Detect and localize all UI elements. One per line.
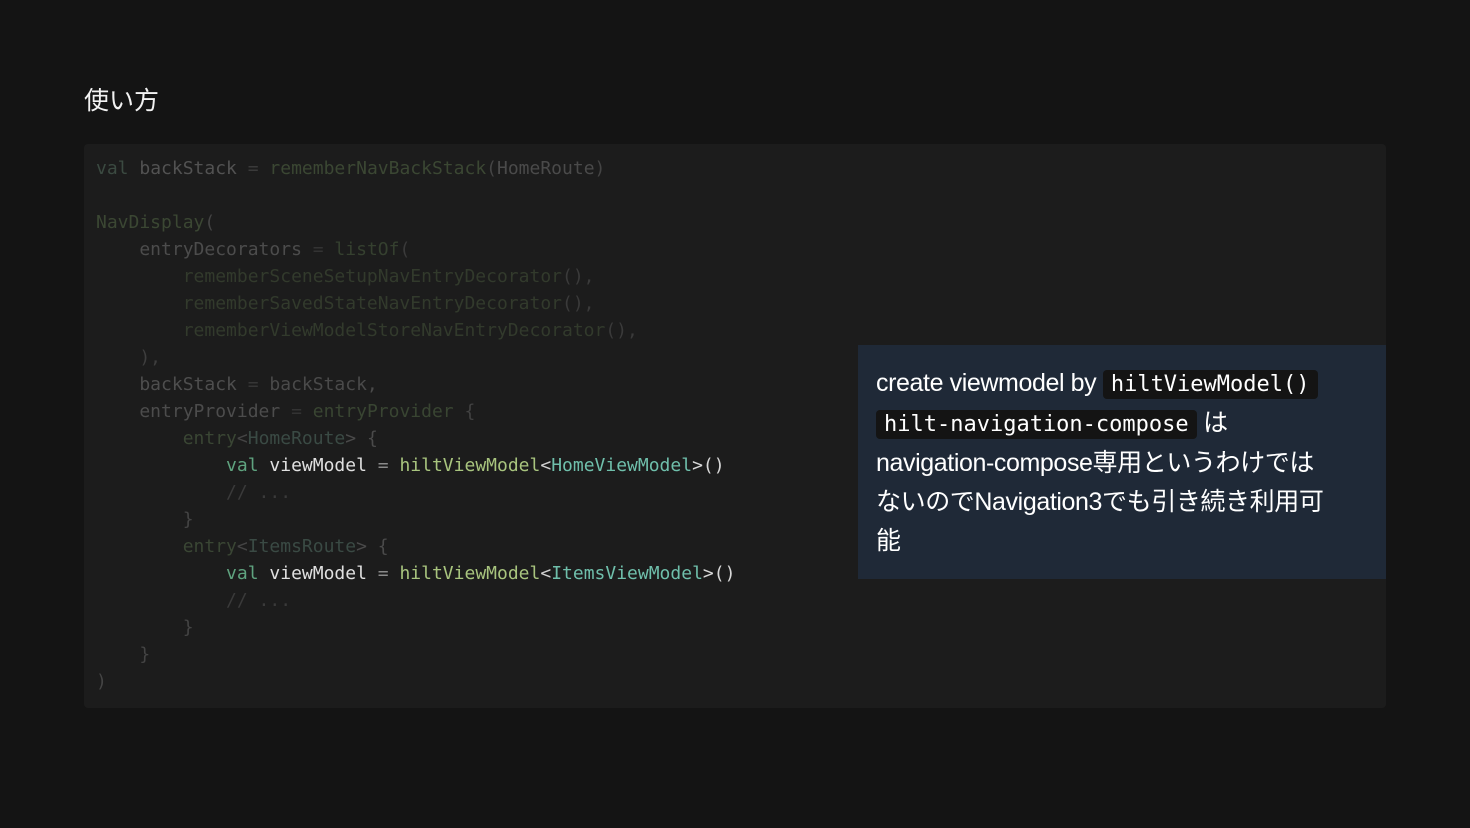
callout-text: create viewmodel by	[876, 369, 1103, 397]
code-token: =	[312, 239, 324, 260]
code-line: }	[96, 506, 735, 533]
callout-line-4: ないのでNavigation3でも引き続き利用可	[876, 488, 1324, 516]
code-line: NavDisplay(	[96, 209, 735, 236]
code-token: backStack	[128, 158, 248, 179]
code-token: viewModel	[258, 563, 378, 584]
callout-line-3: navigation-compose専用というわけでは	[876, 449, 1314, 477]
code-token: val	[96, 563, 259, 584]
callout-box: create viewmodel by hiltViewModel() hilt…	[858, 345, 1386, 579]
code-token: hiltViewModel	[388, 563, 541, 584]
code-token: hiltViewModel	[388, 455, 541, 476]
code-token: rememberNavBackStack	[258, 158, 487, 179]
code-token: HomeRoute	[497, 158, 595, 179]
code-token: ),	[96, 347, 162, 368]
code-token: backStack,	[258, 374, 378, 395]
code-line: val viewModel = hiltViewModel<ItemsViewM…	[96, 560, 735, 587]
code-token: // ...	[96, 590, 292, 611]
code-line: entry<HomeRoute> {	[96, 425, 735, 452]
code-token: ItemsViewModel	[551, 563, 703, 584]
code-line: }	[96, 614, 735, 641]
code-line: rememberViewModelStoreNavEntryDecorator(…	[96, 317, 735, 344]
code-token: <	[540, 563, 552, 584]
code-line: // ...	[96, 587, 735, 614]
code-line: rememberSavedStateNavEntryDecorator(),	[96, 290, 735, 317]
code-line: entryProvider = entryProvider {	[96, 398, 735, 425]
code-token: rememberSavedStateNavEntryDecorator	[96, 293, 562, 314]
code-token: (),	[562, 293, 595, 314]
code-token: val	[96, 158, 129, 179]
code-token: listOf	[323, 239, 400, 260]
code-token: >()	[702, 563, 736, 584]
code-line: // ...	[96, 479, 735, 506]
code-token: >()	[692, 455, 725, 476]
slide-title: 使い方	[84, 86, 160, 115]
code-token: <	[236, 536, 248, 557]
code-token: viewModel	[258, 455, 378, 476]
code-token: ItemsRoute	[247, 536, 357, 557]
code-token: HomeViewModel	[551, 455, 693, 476]
code-token: =	[247, 374, 259, 395]
code-token: // ...	[96, 482, 292, 503]
code-token: rememberSceneSetupNavEntryDecorator	[96, 266, 562, 287]
code-line: )	[96, 668, 735, 695]
code-token: entry	[96, 428, 237, 449]
code-token: > {	[345, 428, 378, 449]
code-token: =	[291, 401, 302, 422]
code-token: (	[204, 212, 216, 233]
code-token: val	[96, 455, 259, 476]
code-token: HomeRoute	[247, 428, 346, 449]
code-token: entry	[96, 536, 237, 557]
callout-line-1: create viewmodel by hiltViewModel()	[876, 364, 1368, 404]
code-token: (	[399, 239, 411, 260]
code-token: rememberViewModelStoreNavEntryDecorator	[96, 320, 606, 341]
inline-code-hiltviewmodel: hiltViewModel()	[1102, 370, 1318, 399]
callout-text: は	[1196, 409, 1228, 437]
code-token: }	[96, 644, 151, 665]
code-token: entryProvider	[301, 401, 454, 422]
code-token: =	[247, 158, 259, 179]
code-line: val viewModel = hiltViewModel<HomeViewMo…	[96, 452, 735, 479]
code-line: val backStack = rememberNavBackStack(Hom…	[96, 155, 735, 182]
code-token: )	[96, 671, 107, 692]
code-token: =	[377, 455, 389, 476]
code-token: (	[486, 158, 497, 179]
code-token: entryProvider	[96, 401, 292, 422]
code-token: <	[540, 455, 552, 476]
code-block: val backStack = rememberNavBackStack(Hom…	[96, 155, 735, 695]
callout-line-2: hilt-navigation-compose は	[876, 404, 1368, 444]
code-token: }	[96, 509, 194, 530]
code-token: entryDecorators	[96, 239, 313, 260]
code-token: )	[594, 158, 606, 179]
code-token: backStack	[96, 374, 248, 395]
inline-code-hilt-navigation-compose: hilt-navigation-compose	[876, 410, 1197, 439]
code-token: > {	[356, 536, 389, 557]
code-token: <	[236, 428, 248, 449]
code-line: }	[96, 641, 735, 668]
code-line: entryDecorators = listOf(	[96, 236, 735, 263]
code-token: }	[96, 617, 194, 638]
callout-line-5: 能	[876, 527, 901, 555]
code-token: =	[377, 563, 389, 584]
code-token: {	[453, 401, 476, 422]
code-token: NavDisplay	[96, 212, 205, 233]
code-line: backStack = backStack,	[96, 371, 735, 398]
code-line: rememberSceneSetupNavEntryDecorator(),	[96, 263, 735, 290]
code-token: (),	[605, 320, 638, 341]
code-line: ),	[96, 344, 735, 371]
code-token: (),	[562, 266, 595, 287]
code-line: entry<ItemsRoute> {	[96, 533, 735, 560]
